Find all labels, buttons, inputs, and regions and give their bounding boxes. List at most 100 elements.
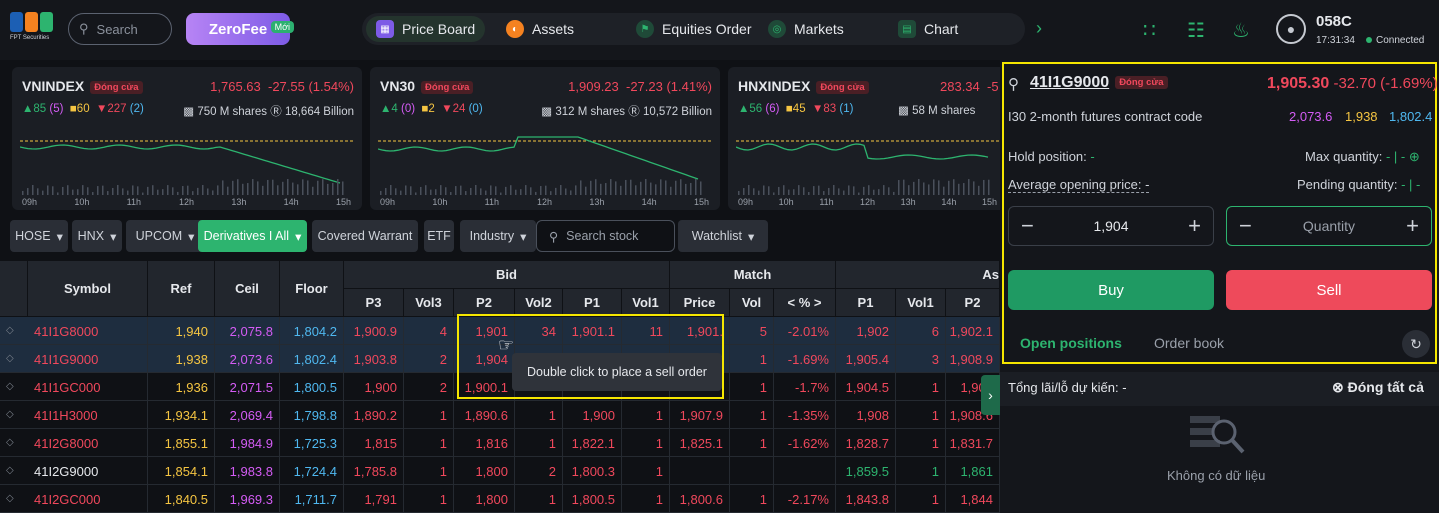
- sell-button[interactable]: Sell: [1226, 270, 1432, 310]
- stock-search-input[interactable]: ⚲ Search stock: [536, 220, 675, 252]
- p3-cell[interactable]: 1,900: [344, 373, 404, 401]
- table-scroll-right-icon[interactable]: ›: [981, 375, 1000, 415]
- ceil-cell[interactable]: 2,075.8: [215, 317, 280, 345]
- tab-open-positions[interactable]: Open positions: [1020, 335, 1122, 351]
- minus-icon[interactable]: −: [1239, 215, 1252, 237]
- ceil-price[interactable]: 2,073.6: [1289, 109, 1332, 124]
- filter-hnx[interactable]: HNX ▾: [72, 220, 122, 252]
- av1-cell[interactable]: 6: [896, 317, 946, 345]
- p1-cell[interactable]: 1,800.5: [563, 485, 622, 513]
- v3-cell[interactable]: 2: [404, 373, 454, 401]
- vol-cell[interactable]: 1: [730, 485, 774, 513]
- nav-assets[interactable]: ◐ Assets: [496, 16, 584, 42]
- ap2-cell[interactable]: 1,902.1: [946, 317, 1000, 345]
- refresh-icon[interactable]: ↻: [1402, 330, 1430, 358]
- floor-cell[interactable]: 1,802.4: [280, 345, 344, 373]
- p2-cell[interactable]: 1,800: [454, 457, 515, 485]
- index-card-hnxindex[interactable]: HNXINDEX Đóng cửa 283.34 -5 ▲56 (6) ■45 ▼…: [728, 67, 1000, 210]
- price-cell[interactable]: [670, 457, 730, 485]
- p3-cell[interactable]: 1,890.2: [344, 401, 404, 429]
- vol-cell[interactable]: 1: [730, 429, 774, 457]
- plus-icon[interactable]: +: [1188, 215, 1201, 237]
- vol-cell[interactable]: 1: [730, 401, 774, 429]
- ceil-cell[interactable]: 1,984.9: [215, 429, 280, 457]
- p2-cell[interactable]: 1,816: [454, 429, 515, 457]
- floor-cell[interactable]: 1,798.8: [280, 401, 344, 429]
- nav-chart[interactable]: ▤ Chart: [888, 16, 968, 42]
- filter-etf[interactable]: ETF: [424, 220, 454, 252]
- col-ref[interactable]: Ref: [148, 261, 215, 317]
- symbol-cell[interactable]: 41I1H3000: [28, 401, 148, 429]
- av1-cell[interactable]: 1: [896, 401, 946, 429]
- av1-cell[interactable]: 1: [896, 373, 946, 401]
- v1-cell[interactable]: 1: [622, 401, 670, 429]
- p3-cell[interactable]: 1,900.9: [344, 317, 404, 345]
- pct-cell[interactable]: -1.62%: [774, 429, 836, 457]
- avatar[interactable]: ●: [1276, 14, 1306, 44]
- pct-cell[interactable]: [774, 457, 836, 485]
- floor-cell[interactable]: 1,725.3: [280, 429, 344, 457]
- v1-cell[interactable]: 1: [622, 429, 670, 457]
- plus-icon[interactable]: +: [1406, 215, 1419, 237]
- tab-order-book[interactable]: Order book: [1154, 335, 1224, 351]
- p1-cell[interactable]: 1,822.1: [563, 429, 622, 457]
- watchlist-dropdown[interactable]: Watchlist ▾: [678, 220, 768, 252]
- floor-cell[interactable]: 1,711.7: [280, 485, 344, 513]
- symbol-cell[interactable]: 41I1G8000: [28, 317, 148, 345]
- vol-cell[interactable]: 5: [730, 317, 774, 345]
- index-card-vn30[interactable]: VN30 Đóng cửa 1,909.23 -27.23 (1.41%) ▲4 …: [370, 67, 720, 210]
- filter-covered-warrant[interactable]: Covered Warrant: [312, 220, 418, 252]
- filter-industry[interactable]: Industry ▾: [460, 220, 536, 252]
- pct-cell[interactable]: -1.7%: [774, 373, 836, 401]
- search-icon[interactable]: ⚲: [1008, 75, 1019, 93]
- ceil-cell[interactable]: 2,073.6: [215, 345, 280, 373]
- av1-cell[interactable]: 1: [896, 457, 946, 485]
- quantity-input[interactable]: Quantity: [1303, 218, 1355, 234]
- pin-icon[interactable]: ◇: [6, 465, 14, 476]
- pin-icon[interactable]: ◇: [6, 493, 14, 504]
- v1-cell[interactable]: 1: [622, 485, 670, 513]
- price-cell[interactable]: 1,800.6: [670, 485, 730, 513]
- ap1-cell[interactable]: 1,904.5: [836, 373, 896, 401]
- ref-cell[interactable]: 1,840.5: [148, 485, 215, 513]
- price-stepper[interactable]: − 1,904 +: [1008, 206, 1214, 246]
- v1-cell[interactable]: 1: [622, 457, 670, 485]
- floor-cell[interactable]: 1,724.4: [280, 457, 344, 485]
- minus-icon[interactable]: −: [1021, 215, 1034, 237]
- vol-cell[interactable]: 1: [730, 345, 774, 373]
- ref-cell[interactable]: 1,854.1: [148, 457, 215, 485]
- p2-cell[interactable]: 1,890.6: [454, 401, 515, 429]
- ceil-cell[interactable]: 2,071.5: [215, 373, 280, 401]
- col-ceil[interactable]: Ceil: [215, 261, 280, 317]
- ap1-cell[interactable]: 1,908: [836, 401, 896, 429]
- av1-cell[interactable]: 1: [896, 429, 946, 457]
- v3-cell[interactable]: 2: [404, 345, 454, 373]
- nav-equities-order[interactable]: ⚑ Equities Order: [626, 16, 761, 42]
- ap2-cell[interactable]: 1,844: [946, 485, 1000, 513]
- v2-cell[interactable]: 1: [515, 401, 563, 429]
- ap1-cell[interactable]: 1,905.4: [836, 345, 896, 373]
- floor-price[interactable]: 1,802.4: [1389, 109, 1432, 124]
- buy-button[interactable]: Buy: [1008, 270, 1214, 310]
- symbol-cell[interactable]: 41I1G9000: [28, 345, 148, 373]
- pin-icon[interactable]: ◇: [6, 381, 14, 392]
- pin-icon[interactable]: ◇: [6, 353, 14, 364]
- price-cell[interactable]: 1,825.1: [670, 429, 730, 457]
- v2-cell[interactable]: 1: [515, 485, 563, 513]
- col-floor[interactable]: Floor: [280, 261, 344, 317]
- av1-cell[interactable]: 1: [896, 485, 946, 513]
- pct-cell[interactable]: -1.35%: [774, 401, 836, 429]
- table-row[interactable]: ◇ 41I1H3000 1,934.1 2,069.4 1,798.8 1,890.2 1 1…: [0, 401, 1000, 429]
- pin-icon[interactable]: ◇: [6, 325, 14, 336]
- floor-cell[interactable]: 1,804.2: [280, 317, 344, 345]
- table-row[interactable]: ◇ 41I2GC000 1,840.5 1,969.3 1,711.7 1,791 1 1,8…: [0, 485, 1000, 513]
- ceil-cell[interactable]: 1,969.3: [215, 485, 280, 513]
- pin-icon[interactable]: ◇: [6, 409, 14, 420]
- pin-icon[interactable]: ◇: [6, 437, 14, 448]
- ap1-cell[interactable]: 1,843.8: [836, 485, 896, 513]
- bell-icon[interactable]: ♨: [1232, 18, 1250, 43]
- close-all-button[interactable]: ⊗ Đóng tất cả: [1332, 379, 1424, 396]
- apps-grid-icon[interactable]: ∷: [1143, 18, 1156, 43]
- price-input[interactable]: 1,904: [1093, 218, 1128, 234]
- v2-cell[interactable]: 2: [515, 457, 563, 485]
